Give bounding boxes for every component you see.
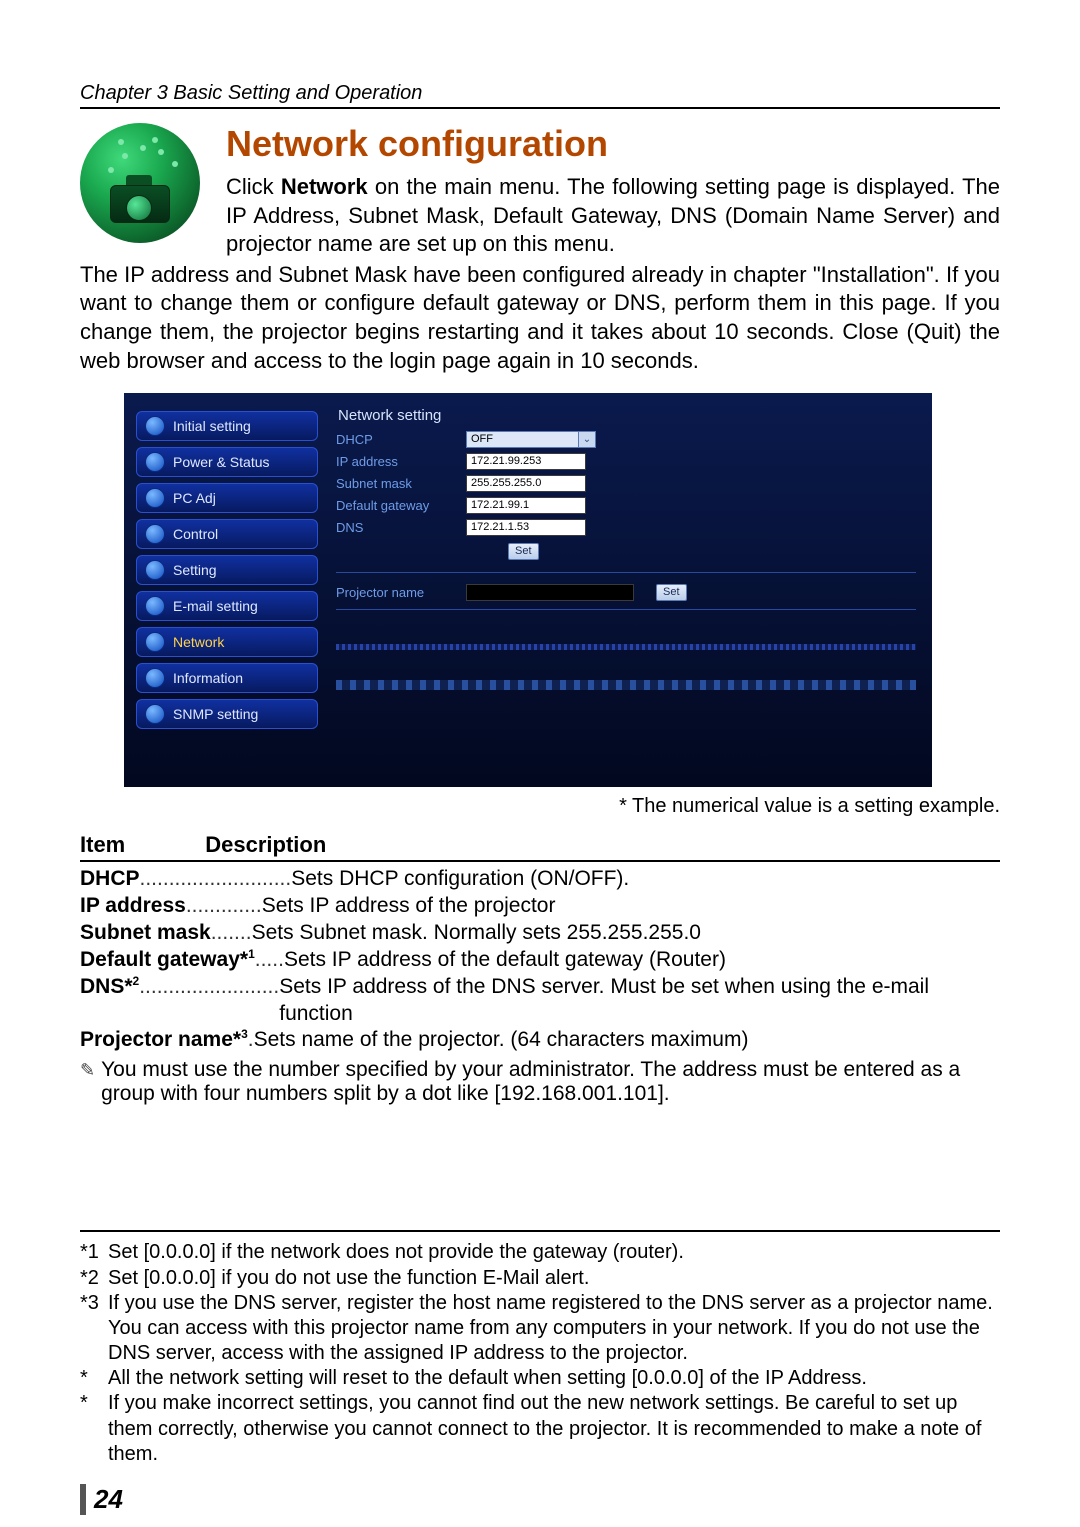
- table-header: Item Description: [80, 832, 1000, 862]
- menu-icon: [145, 632, 165, 652]
- ip-address-input[interactable]: 172.21.99.253: [466, 453, 586, 470]
- sidebar-item-network[interactable]: Network: [136, 627, 318, 657]
- intro-paragraph-1: Click Network on the main menu. The foll…: [226, 173, 1000, 259]
- dhcp-label: DHCP: [336, 432, 460, 447]
- projector-name-input[interactable]: [466, 584, 634, 601]
- menu-label: Control: [173, 526, 218, 542]
- set-button-2[interactable]: Set: [656, 584, 687, 601]
- menu-icon: [145, 668, 165, 688]
- chevron-down-icon: ⌄: [578, 432, 595, 447]
- default-gateway-label: Default gateway: [336, 498, 460, 513]
- dhcp-select[interactable]: OFF ⌄: [466, 431, 596, 448]
- menu-label: Power & Status: [173, 454, 270, 470]
- menu-label: E-mail setting: [173, 598, 258, 614]
- figure-note: * The numerical value is a setting examp…: [80, 795, 1000, 818]
- dns-input[interactable]: 172.21.1.53: [466, 519, 586, 536]
- ip-address-label: IP address: [336, 454, 460, 469]
- footnotes: *1Set [0.0.0.0] if the network does not …: [80, 1230, 1000, 1467]
- sidebar-item-control[interactable]: Control: [136, 519, 318, 549]
- menu-label: Initial setting: [173, 418, 251, 434]
- dhcp-value: OFF: [471, 433, 493, 445]
- sidebar-item-initial-setting[interactable]: Initial setting: [136, 411, 318, 441]
- sidebar-item-email-setting[interactable]: E-mail setting: [136, 591, 318, 621]
- pencil-icon: ✎: [80, 1058, 95, 1106]
- pencil-note: ✎ You must use the number specified by y…: [80, 1058, 1000, 1106]
- menu-label: Information: [173, 670, 243, 686]
- menu-label: Setting: [173, 562, 217, 578]
- sidebar-menu: Initial setting Power & Status PC Adj Co…: [136, 407, 318, 729]
- sidebar-item-snmp-setting[interactable]: SNMP setting: [136, 699, 318, 729]
- highlight-bar: [336, 644, 916, 650]
- menu-icon: [145, 452, 165, 472]
- network-camera-icon: [80, 123, 208, 251]
- col-description: Description: [205, 832, 326, 858]
- page-number: 24: [80, 1484, 123, 1515]
- network-setting-screenshot: Initial setting Power & Status PC Adj Co…: [124, 393, 932, 787]
- sidebar-item-pc-adj[interactable]: PC Adj: [136, 483, 318, 513]
- sidebar-item-information[interactable]: Information: [136, 663, 318, 693]
- panel-heading: Network setting: [338, 407, 916, 424]
- projector-name-label: Projector name: [336, 585, 460, 600]
- chapter-header: Chapter 3 Basic Setting and Operation: [80, 82, 1000, 109]
- sidebar-item-setting[interactable]: Setting: [136, 555, 318, 585]
- subnet-mask-label: Subnet mask: [336, 476, 460, 491]
- menu-icon: [145, 704, 165, 724]
- section-title: Network configuration: [226, 123, 1000, 165]
- menu-icon: [145, 488, 165, 508]
- sidebar-item-power-status[interactable]: Power & Status: [136, 447, 318, 477]
- subnet-mask-input[interactable]: 255.255.255.0: [466, 475, 586, 492]
- menu-label: PC Adj: [173, 490, 216, 506]
- menu-icon: [145, 524, 165, 544]
- menu-label: Network: [173, 634, 224, 650]
- description-list: DHCP..........................Sets DHCP …: [80, 866, 1000, 1054]
- menu-icon: [145, 416, 165, 436]
- intro-paragraph-2: The IP address and Subnet Mask have been…: [80, 261, 1000, 375]
- menu-icon: [145, 596, 165, 616]
- dns-label: DNS: [336, 520, 460, 535]
- col-item: Item: [80, 832, 125, 858]
- menu-label: SNMP setting: [173, 706, 258, 722]
- highlight-bar: [336, 680, 916, 690]
- set-button[interactable]: Set: [508, 543, 539, 560]
- menu-icon: [145, 560, 165, 580]
- default-gateway-input[interactable]: 172.21.99.1: [466, 497, 586, 514]
